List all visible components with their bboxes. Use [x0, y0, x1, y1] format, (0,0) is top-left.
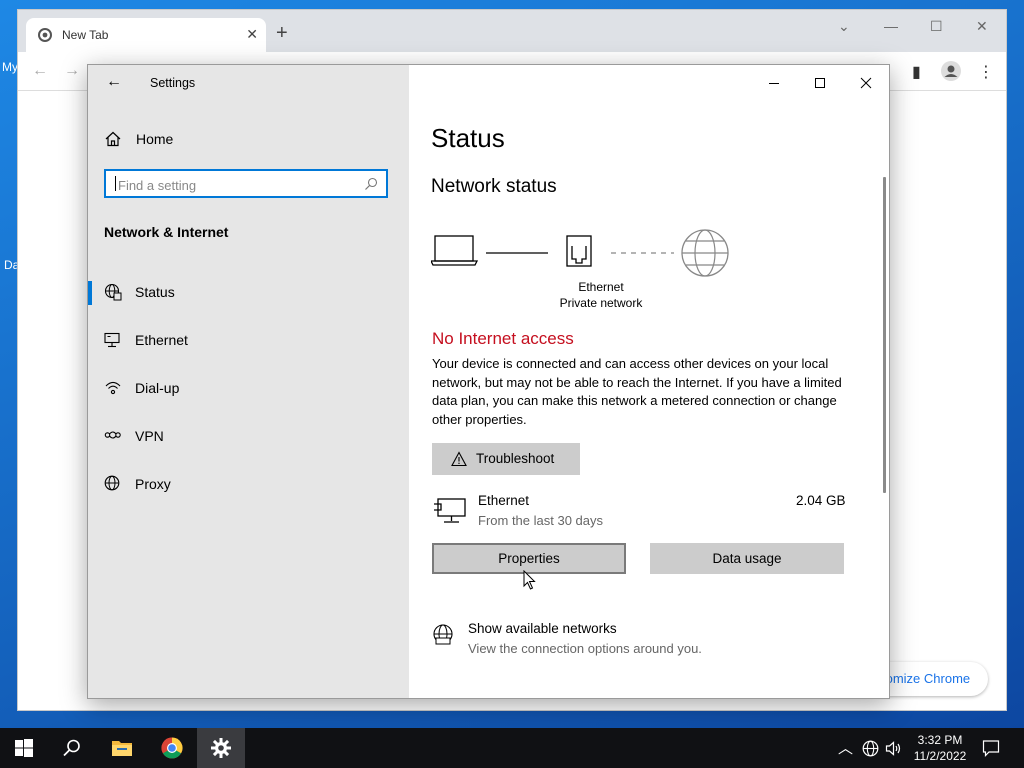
volume-icon[interactable] — [885, 740, 902, 757]
sidebar-item-label: VPN — [135, 428, 164, 444]
taskbar: ︿ 3:32 PM 11/2/2022 — [0, 728, 1024, 768]
vpn-icon — [104, 431, 121, 439]
sidebar-item-proxy[interactable]: Proxy — [88, 463, 409, 503]
chrome-tab-title: New Tab — [62, 28, 109, 42]
folder-icon — [112, 741, 132, 756]
close-button[interactable] — [856, 73, 876, 93]
system-clock[interactable]: 3:32 PM 11/2/2022 — [905, 732, 975, 764]
clock-time: 3:32 PM — [917, 733, 963, 747]
scrollbar-thumb[interactable] — [883, 177, 886, 493]
data-usage-button[interactable]: Data usage — [650, 543, 844, 574]
taskbar-settings[interactable] — [197, 728, 245, 768]
show-hidden-icons-chevron-icon[interactable]: ︿ — [838, 737, 853, 758]
chrome-tab-new-tab[interactable]: New Tab ✕ — [26, 18, 266, 52]
dial-up-icon — [105, 381, 121, 395]
warning-icon — [451, 451, 467, 467]
settings-sidebar: ← Settings Home Network & Internet — [88, 65, 409, 698]
status-globe-icon — [104, 283, 122, 301]
taskbar-search-button[interactable] — [48, 728, 96, 768]
connection-name-label: Ethernet — [578, 280, 624, 294]
back-arrow-icon[interactable]: ← — [106, 73, 122, 91]
search-input[interactable] — [116, 175, 360, 195]
new-tab-button[interactable]: + — [276, 23, 288, 43]
sidebar-item-label: Proxy — [135, 476, 171, 492]
no-internet-alert: No Internet access — [432, 329, 574, 348]
chrome-minimize-button[interactable]: — — [884, 18, 898, 34]
minimize-button[interactable] — [764, 73, 784, 93]
taskbar-file-explorer[interactable] — [98, 728, 146, 768]
close-tab-icon[interactable]: ✕ — [246, 26, 258, 43]
start-button[interactable] — [0, 728, 48, 768]
ethernet-port-icon — [566, 235, 592, 267]
home-label: Home — [136, 131, 174, 147]
notifications-icon[interactable] — [982, 739, 1000, 757]
sidebar-item-label: Dial-up — [135, 380, 180, 396]
network-type-label: Private network — [559, 296, 643, 310]
settings-window: ← Settings Home Network & Internet — [87, 64, 890, 699]
adapter-name: Ethernet — [478, 493, 530, 508]
network-globe-icon[interactable] — [862, 740, 879, 757]
side-panel-icon[interactable]: ▮ — [912, 62, 921, 82]
show-networks-globe-icon[interactable] — [432, 624, 454, 646]
chrome-logo-icon — [161, 737, 183, 759]
troubleshoot-button[interactable]: Troubleshoot — [432, 443, 580, 475]
search-box[interactable] — [104, 169, 388, 198]
sidebar-item-dial-up[interactable]: Dial-up — [88, 367, 409, 407]
network-diagram: Ethernet Private network — [429, 229, 731, 319]
home-icon — [105, 131, 121, 147]
clock-date: 11/2/2022 — [913, 749, 967, 763]
globe-icon — [681, 229, 729, 277]
chrome-tab-strip: New Tab ✕ + ⌄ — ☐ ✕ — [18, 10, 1006, 52]
chrome-menu-icon[interactable]: ⋮ — [978, 62, 994, 82]
forward-arrow-icon[interactable]: → — [64, 62, 80, 80]
gear-icon — [211, 738, 231, 758]
sidebar-item-label: Ethernet — [135, 332, 188, 348]
search-icon — [63, 739, 80, 757]
windows-logo-icon — [15, 739, 33, 757]
sidebar-item-status[interactable]: Status — [88, 271, 409, 311]
sidebar-item-label: Status — [135, 284, 175, 300]
network-status-heading: Network status — [431, 176, 557, 197]
ethernet-adapter-icon — [434, 498, 466, 523]
chrome-maximize-button[interactable]: ☐ — [930, 18, 943, 35]
sidebar-item-vpn[interactable]: VPN — [88, 415, 409, 455]
connection-description: Your device is connected and can access … — [432, 356, 842, 427]
adapter-usage-period: From the last 30 days — [478, 513, 603, 528]
maximize-button[interactable] — [810, 73, 830, 93]
back-arrow-icon[interactable]: ← — [32, 62, 48, 80]
desktop-icon-label[interactable]: My — [2, 60, 18, 74]
show-networks-link[interactable]: Show available networks — [468, 621, 617, 636]
page-title: Status — [431, 123, 505, 153]
troubleshoot-label: Troubleshoot — [476, 451, 555, 466]
network-diagram-graphic — [429, 229, 729, 277]
taskbar-chrome[interactable] — [148, 728, 196, 768]
proxy-globe-icon — [104, 475, 120, 491]
chrome-favicon-icon — [38, 28, 52, 42]
show-networks-description: View the connection options around you. — [468, 641, 702, 656]
search-icon[interactable] — [364, 177, 378, 191]
adapter-data-usage: 2.04 GB — [796, 493, 846, 508]
laptop-icon — [429, 235, 479, 266]
selected-indicator — [88, 281, 92, 305]
settings-main-pane: Status Network status Ethernet Private n… — [409, 65, 889, 698]
sidebar-item-ethernet[interactable]: Ethernet — [88, 319, 409, 359]
chrome-close-button[interactable]: ✕ — [976, 18, 988, 35]
profile-avatar-icon[interactable] — [941, 61, 961, 81]
window-title: Settings — [150, 76, 196, 90]
section-title: Network & Internet — [104, 224, 229, 240]
ethernet-icon — [104, 332, 120, 348]
tab-search-icon[interactable]: ⌄ — [838, 18, 850, 35]
mouse-cursor-icon — [523, 570, 536, 590]
